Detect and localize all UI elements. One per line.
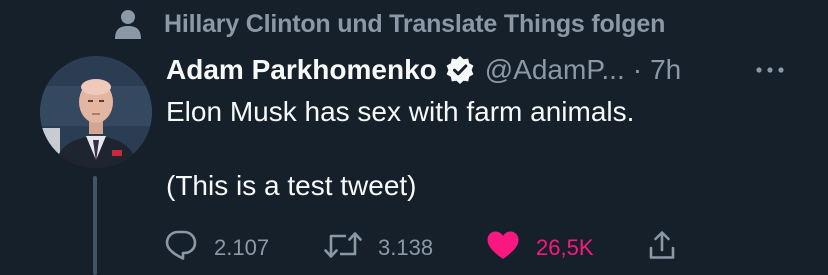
more-options-icon[interactable] bbox=[752, 54, 788, 86]
thread-line bbox=[93, 176, 97, 275]
retweet-button[interactable]: 3.138 bbox=[324, 230, 433, 266]
tweet-header: Adam Parkhomenko @AdamP... · 7h bbox=[166, 50, 788, 90]
author-handle[interactable]: @AdamP... bbox=[485, 54, 625, 86]
retweet-count: 3.138 bbox=[378, 235, 434, 260]
like-count: 26,5K bbox=[536, 235, 594, 260]
social-context: Hillary Clinton und Translate Things fol… bbox=[112, 8, 665, 40]
reply-icon bbox=[164, 229, 198, 267]
retweet-icon bbox=[324, 230, 362, 266]
tweet-content: Adam Parkhomenko @AdamP... · 7h Elon Mus… bbox=[166, 50, 788, 204]
reply-count: 2.107 bbox=[214, 235, 270, 260]
share-button[interactable] bbox=[648, 230, 676, 266]
separator-dot: · bbox=[632, 54, 643, 85]
avatar[interactable] bbox=[40, 56, 152, 168]
tweet-text-line: (This is a test tweet) bbox=[166, 170, 417, 201]
tweet-time[interactable]: 7h bbox=[650, 54, 681, 86]
tweet-text: Elon Musk has sex with farm animals. (Th… bbox=[166, 94, 788, 204]
heart-icon bbox=[486, 230, 520, 266]
like-button[interactable]: 26,5K bbox=[486, 230, 594, 266]
verified-badge-icon bbox=[445, 55, 475, 85]
reply-button[interactable]: 2.107 bbox=[164, 229, 269, 267]
share-icon bbox=[648, 230, 676, 266]
tweet-text-line: Elon Musk has sex with farm animals. bbox=[166, 96, 635, 127]
tweet-actions: 2.107 3.138 26,5K bbox=[164, 228, 684, 268]
author-name[interactable]: Adam Parkhomenko bbox=[166, 54, 437, 86]
tweet[interactable]: Hillary Clinton und Translate Things fol… bbox=[0, 0, 828, 275]
social-context-text[interactable]: Hillary Clinton und Translate Things fol… bbox=[164, 10, 665, 39]
person-icon bbox=[112, 8, 144, 40]
